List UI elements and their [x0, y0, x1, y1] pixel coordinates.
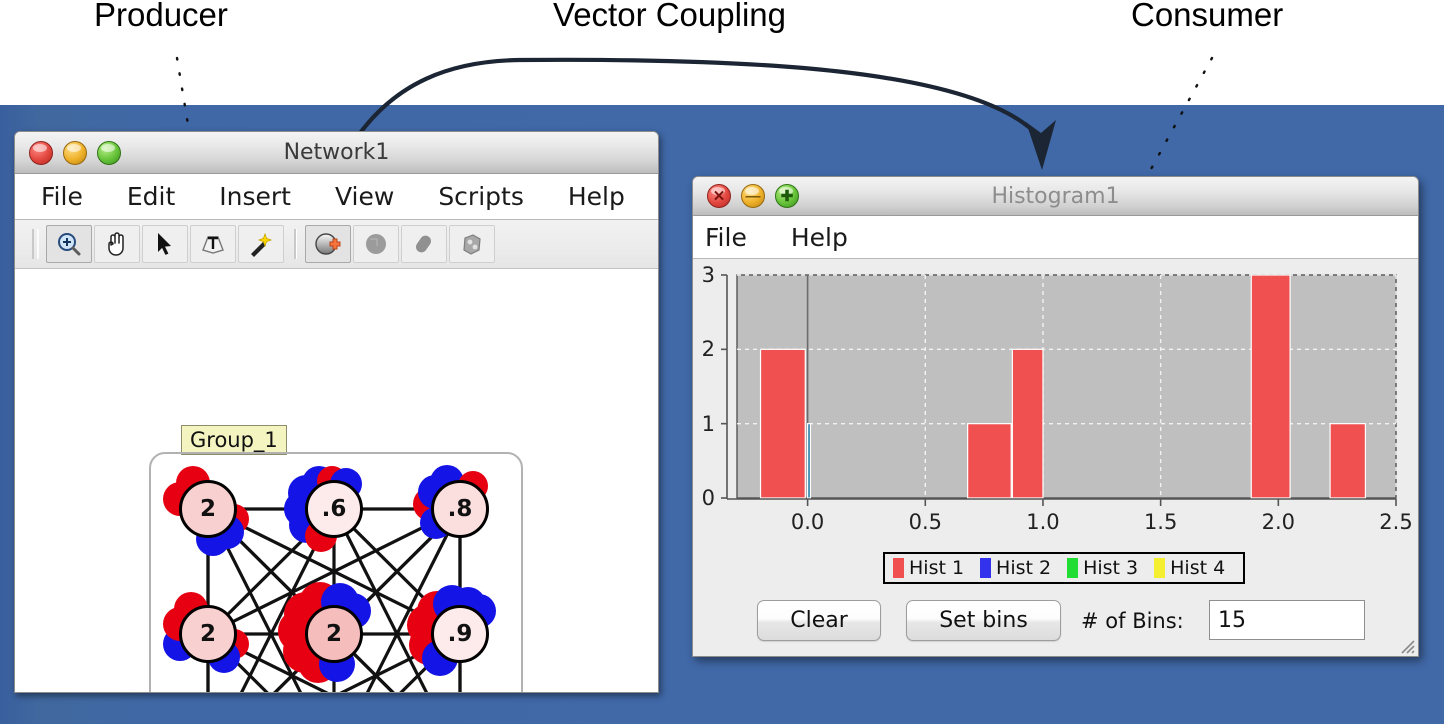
histogram-bar [1011, 348, 1044, 499]
screenshot-root: Producer Vector Coupling Consumer Networ… [0, 0, 1444, 724]
annotation-producer: Producer [94, 0, 228, 33]
neuron[interactable]: 2 [305, 605, 363, 663]
add-neuron-icon[interactable] [305, 225, 351, 263]
histogram-bar [1250, 274, 1291, 499]
zoom-tool-icon[interactable] [46, 225, 92, 263]
network-toolbar[interactable] [15, 220, 658, 269]
select-arrow-icon[interactable] [142, 225, 188, 263]
legend-label: Hist 1 [909, 557, 965, 579]
minimize-icon: — [745, 187, 761, 205]
histogram-bar [967, 423, 1012, 499]
pan-hand-icon[interactable] [94, 225, 140, 263]
neuron[interactable]: 2 [179, 480, 237, 538]
group-label[interactable]: Group_1 [181, 425, 287, 455]
network-canvas[interactable]: Group_1 2 .6 .8 2 2 .9 [15, 269, 658, 692]
clear-button[interactable]: Clear [757, 600, 881, 641]
text-tool-icon[interactable] [190, 225, 236, 263]
histogram-window-controls[interactable]: ✕ — ✚ [707, 184, 799, 208]
histogram-bar [759, 348, 806, 499]
menu-help[interactable]: Help [568, 182, 625, 211]
close-button[interactable]: ✕ [707, 184, 731, 208]
menu-file[interactable]: File [705, 223, 747, 252]
menu-help[interactable]: Help [791, 223, 848, 252]
synapse-icon[interactable] [401, 225, 447, 263]
histogram-bar [807, 423, 812, 499]
histogram-titlebar[interactable]: ✕ — ✚ Histogram1 [693, 177, 1418, 216]
network-menubar[interactable]: File Edit Insert View Scripts Help [15, 174, 658, 220]
histogram-canvas [721, 274, 1397, 506]
neuron[interactable]: .9 [431, 605, 489, 663]
network-titlebar[interactable]: Network1 [15, 132, 658, 174]
legend-swatch [1067, 558, 1079, 578]
wand-tool-icon[interactable] [238, 225, 284, 263]
close-icon: ✕ [712, 187, 726, 205]
annotation-vector-coupling: Vector Coupling [553, 0, 786, 33]
legend-swatch [893, 558, 904, 578]
neuron-icon[interactable] [353, 225, 399, 263]
set-bins-button[interactable]: Set bins [906, 600, 1061, 641]
legend-item: Hist 1 [893, 557, 964, 579]
group-icon[interactable] [449, 225, 495, 263]
resize-grip-icon[interactable] [1397, 636, 1415, 654]
menu-view[interactable]: View [335, 182, 394, 211]
histogram-bar [1329, 423, 1367, 499]
neuron-layer[interactable]: 2.6.822.9-.202 [149, 452, 519, 692]
histogram-window-title: Histogram1 [991, 183, 1120, 209]
legend-label: Hist 2 [996, 557, 1052, 579]
network-window-title: Network1 [283, 140, 390, 165]
toolbar-separator [294, 229, 297, 259]
neuron[interactable]: .6 [305, 480, 363, 538]
toolbar-drag-handle[interactable] [32, 229, 39, 259]
legend-item: Hist 3 [1067, 557, 1138, 579]
menu-scripts[interactable]: Scripts [438, 182, 524, 211]
maximize-icon: ✚ [780, 187, 794, 205]
plot-area [736, 274, 1397, 499]
menu-insert[interactable]: Insert [219, 182, 291, 211]
annotation-consumer: Consumer [1131, 0, 1284, 33]
minimize-button[interactable]: — [741, 184, 765, 208]
menu-file[interactable]: File [41, 182, 83, 211]
legend-swatch [1154, 558, 1166, 578]
legend-label: Hist 4 [1170, 557, 1226, 579]
legend-item: Hist 2 [980, 557, 1051, 579]
legend-swatch [980, 558, 992, 578]
histogram-menubar[interactable]: File Help [693, 216, 1418, 259]
bins-input[interactable]: 15 [1209, 600, 1365, 640]
neuron[interactable]: .8 [431, 480, 489, 538]
legend-label: Hist 3 [1083, 557, 1139, 579]
maximize-button[interactable]: ✚ [775, 184, 799, 208]
histogram-plot[interactable]: 0123 0.0 0.5 1.0 1.5 2.0 2.5 [693, 259, 1418, 534]
legend-item: Hist 4 [1154, 557, 1225, 579]
histogram-legend: Hist 1 Hist 2 Hist 3 Hist 4 [883, 552, 1246, 584]
bins-label: # of Bins: [1081, 609, 1184, 633]
network-window[interactable]: Network1 File Edit Insert View Scripts H… [14, 131, 659, 693]
histogram-window[interactable]: ✕ — ✚ Histogram1 File Help 0123 0.0 0.5 1.… [692, 176, 1419, 657]
neuron[interactable]: 2 [179, 605, 237, 663]
menu-edit[interactable]: Edit [127, 182, 175, 211]
